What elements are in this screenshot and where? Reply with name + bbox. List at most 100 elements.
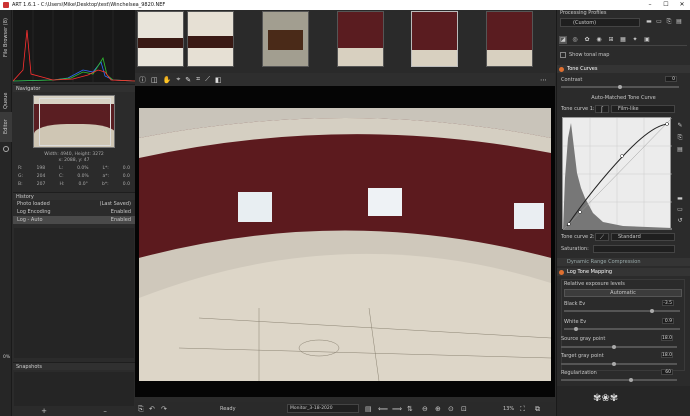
history-item[interactable]: Log Encoding Enabled xyxy=(13,208,135,216)
history-item[interactable]: Photo loaded (Last Saved) xyxy=(13,200,135,208)
curve-editor[interactable] xyxy=(562,117,673,231)
filmstrip-thumb[interactable] xyxy=(337,11,384,67)
undo-icon[interactable]: ↶ xyxy=(149,405,155,413)
target-gray-value[interactable]: 18.0 xyxy=(661,352,673,358)
info-icon[interactable]: ⓘ xyxy=(139,75,146,85)
saturation-select[interactable] xyxy=(593,245,675,253)
white-ev-slider-knob[interactable] xyxy=(574,327,578,331)
copy-profile-icon[interactable]: ⎘ xyxy=(665,18,673,26)
black-ev-slider[interactable] xyxy=(564,309,680,313)
source-gray-slider-knob[interactable] xyxy=(612,345,616,349)
zoom-100-icon[interactable]: ⊙ xyxy=(448,405,454,413)
source-gray-value[interactable]: 18.0 xyxy=(661,335,673,341)
history-item-selected[interactable]: Log - Auto Enabled xyxy=(13,216,135,224)
filmstrip-thumb[interactable] xyxy=(137,11,184,67)
curve-open-icon[interactable]: ▬ xyxy=(676,195,684,203)
tool-tabs: ◪ ◎ ✿ ◉ ⊞ ▦ ✦ ▣ xyxy=(559,34,687,46)
curve-copy-icon[interactable]: ⎘ xyxy=(676,134,684,142)
white-ev-value[interactable]: 0.9 xyxy=(662,318,674,324)
hand-tool-icon[interactable]: ✋ xyxy=(163,76,172,84)
section-ltm[interactable]: Log Tone Mapping xyxy=(557,268,690,276)
profile-select[interactable]: (Custom) xyxy=(560,18,640,27)
section-drc[interactable]: Dynamic Range Compression xyxy=(557,258,690,266)
filmstrip-thumb[interactable] xyxy=(486,11,533,67)
save-profile-icon[interactable]: ▭ xyxy=(655,18,663,26)
curve-save-icon[interactable]: ▭ xyxy=(676,206,684,214)
navigate-next-icon[interactable]: ⟹ xyxy=(392,405,402,413)
section-tone-curves[interactable]: Tone Curves xyxy=(557,65,690,73)
curve2-type-icon[interactable]: ⟋ xyxy=(595,233,609,241)
monitor-profile-select[interactable]: Monitor_3-18-2020 xyxy=(287,404,359,413)
source-gray-slider[interactable] xyxy=(561,345,677,349)
ltm-enable-icon[interactable] xyxy=(559,270,564,275)
remove-snapshot-button[interactable]: – xyxy=(103,407,107,415)
add-snapshot-button[interactable]: + xyxy=(41,407,47,415)
tab-details-icon[interactable]: ◎ xyxy=(571,36,579,44)
navigate-prev-icon[interactable]: ⟸ xyxy=(378,405,388,413)
tab-effects-icon[interactable]: ✦ xyxy=(631,36,639,44)
minimize-button[interactable]: – xyxy=(642,0,658,10)
lock-icon[interactable]: ⎘ xyxy=(138,405,144,414)
zoom-out-icon[interactable]: ⊖ xyxy=(422,405,428,413)
open-profile-icon[interactable]: ▬ xyxy=(645,18,653,26)
black-ev-value[interactable]: -3.5 xyxy=(662,300,674,306)
zoom-in-icon[interactable]: ⊕ xyxy=(435,405,441,413)
contrast-slider[interactable] xyxy=(561,85,679,89)
tab-color-icon[interactable]: ✿ xyxy=(583,36,591,44)
regularization-value[interactable]: 60 xyxy=(661,369,673,375)
tone-curve1-mode[interactable]: Film-like xyxy=(611,105,675,113)
zoom-fit-icon[interactable]: ⊡ xyxy=(461,405,467,413)
regularization-slider-knob[interactable] xyxy=(629,378,633,382)
contrast-slider-knob[interactable] xyxy=(618,85,622,89)
white-balance-picker-icon[interactable]: ⌖ xyxy=(176,75,180,84)
tone-curve2-mode[interactable]: Standard xyxy=(611,233,675,241)
tab-queue[interactable]: Queue xyxy=(0,90,12,112)
curve-reset-icon[interactable]: ↺ xyxy=(676,217,684,225)
target-gray-slider-knob[interactable] xyxy=(612,362,616,366)
maximize-button[interactable]: ☐ xyxy=(658,0,674,10)
before-after-icon[interactable]: ◫ xyxy=(151,76,158,84)
new-window-icon[interactable]: ⧉ xyxy=(535,405,540,414)
tab-file-browser[interactable]: File Browser (8) xyxy=(0,12,12,64)
pixel-value: 198 xyxy=(36,166,46,171)
curve-paste-icon[interactable]: ▤ xyxy=(676,146,684,154)
target-gray-slider[interactable] xyxy=(561,362,677,366)
sync-icon[interactable]: ⇅ xyxy=(407,405,413,413)
tab-metadata-icon[interactable]: ▣ xyxy=(643,36,651,44)
fullscreen-icon[interactable]: ⛶ xyxy=(520,405,525,414)
tab-editor[interactable]: Editor xyxy=(0,112,12,142)
mask-icon[interactable]: ◧ xyxy=(215,76,222,84)
settings-icon[interactable] xyxy=(3,146,9,152)
curve-type-icon[interactable]: ʃ xyxy=(595,105,609,113)
contrast-value[interactable]: 0 xyxy=(665,76,677,82)
toolbar-options-icon[interactable]: ⋯ xyxy=(540,76,547,84)
pixel-label: R: xyxy=(18,166,23,171)
automatic-button[interactable]: Automatic xyxy=(564,289,682,297)
close-button[interactable]: ✕ xyxy=(674,0,690,10)
white-ev-slider[interactable] xyxy=(564,327,680,331)
show-tonal-map-checkbox[interactable] xyxy=(560,52,566,58)
tab-local-icon[interactable]: ◉ xyxy=(595,36,603,44)
black-ev-slider-knob[interactable] xyxy=(650,309,654,313)
preview-viewport-box[interactable] xyxy=(39,98,111,146)
tab-raw-icon[interactable]: ▦ xyxy=(619,36,627,44)
tone-curves-enable-icon[interactable] xyxy=(559,67,564,72)
regularization-slider[interactable] xyxy=(561,378,677,382)
redo-icon[interactable]: ↷ xyxy=(161,405,167,413)
curve-edit-icon[interactable]: ✎ xyxy=(676,122,684,130)
paste-profile-icon[interactable]: ▤ xyxy=(675,18,683,26)
filmstrip-thumb-selected[interactable] xyxy=(411,11,458,67)
straighten-icon[interactable]: ⟋ xyxy=(205,75,210,84)
right-panel: Processing Profiles (Custom) ▬ ▭ ⎘ ▤ ◪ ◎… xyxy=(556,10,690,416)
pixel-value: 0.0 xyxy=(122,182,130,187)
filmstrip-thumb[interactable] xyxy=(262,11,309,67)
thumb-hull xyxy=(268,30,303,50)
filmstrip-thumb[interactable] xyxy=(187,11,234,67)
navigator-preview[interactable] xyxy=(33,95,115,148)
gamut-icon[interactable]: ▤ xyxy=(365,405,372,413)
tab-exposure-icon[interactable]: ◪ xyxy=(559,35,567,44)
crop-icon[interactable]: ⌗ xyxy=(196,75,200,84)
color-picker-icon[interactable]: ✎ xyxy=(185,76,191,84)
tab-transform-icon[interactable]: ⊞ xyxy=(607,36,615,44)
history-item-value: Enabled xyxy=(110,209,131,215)
